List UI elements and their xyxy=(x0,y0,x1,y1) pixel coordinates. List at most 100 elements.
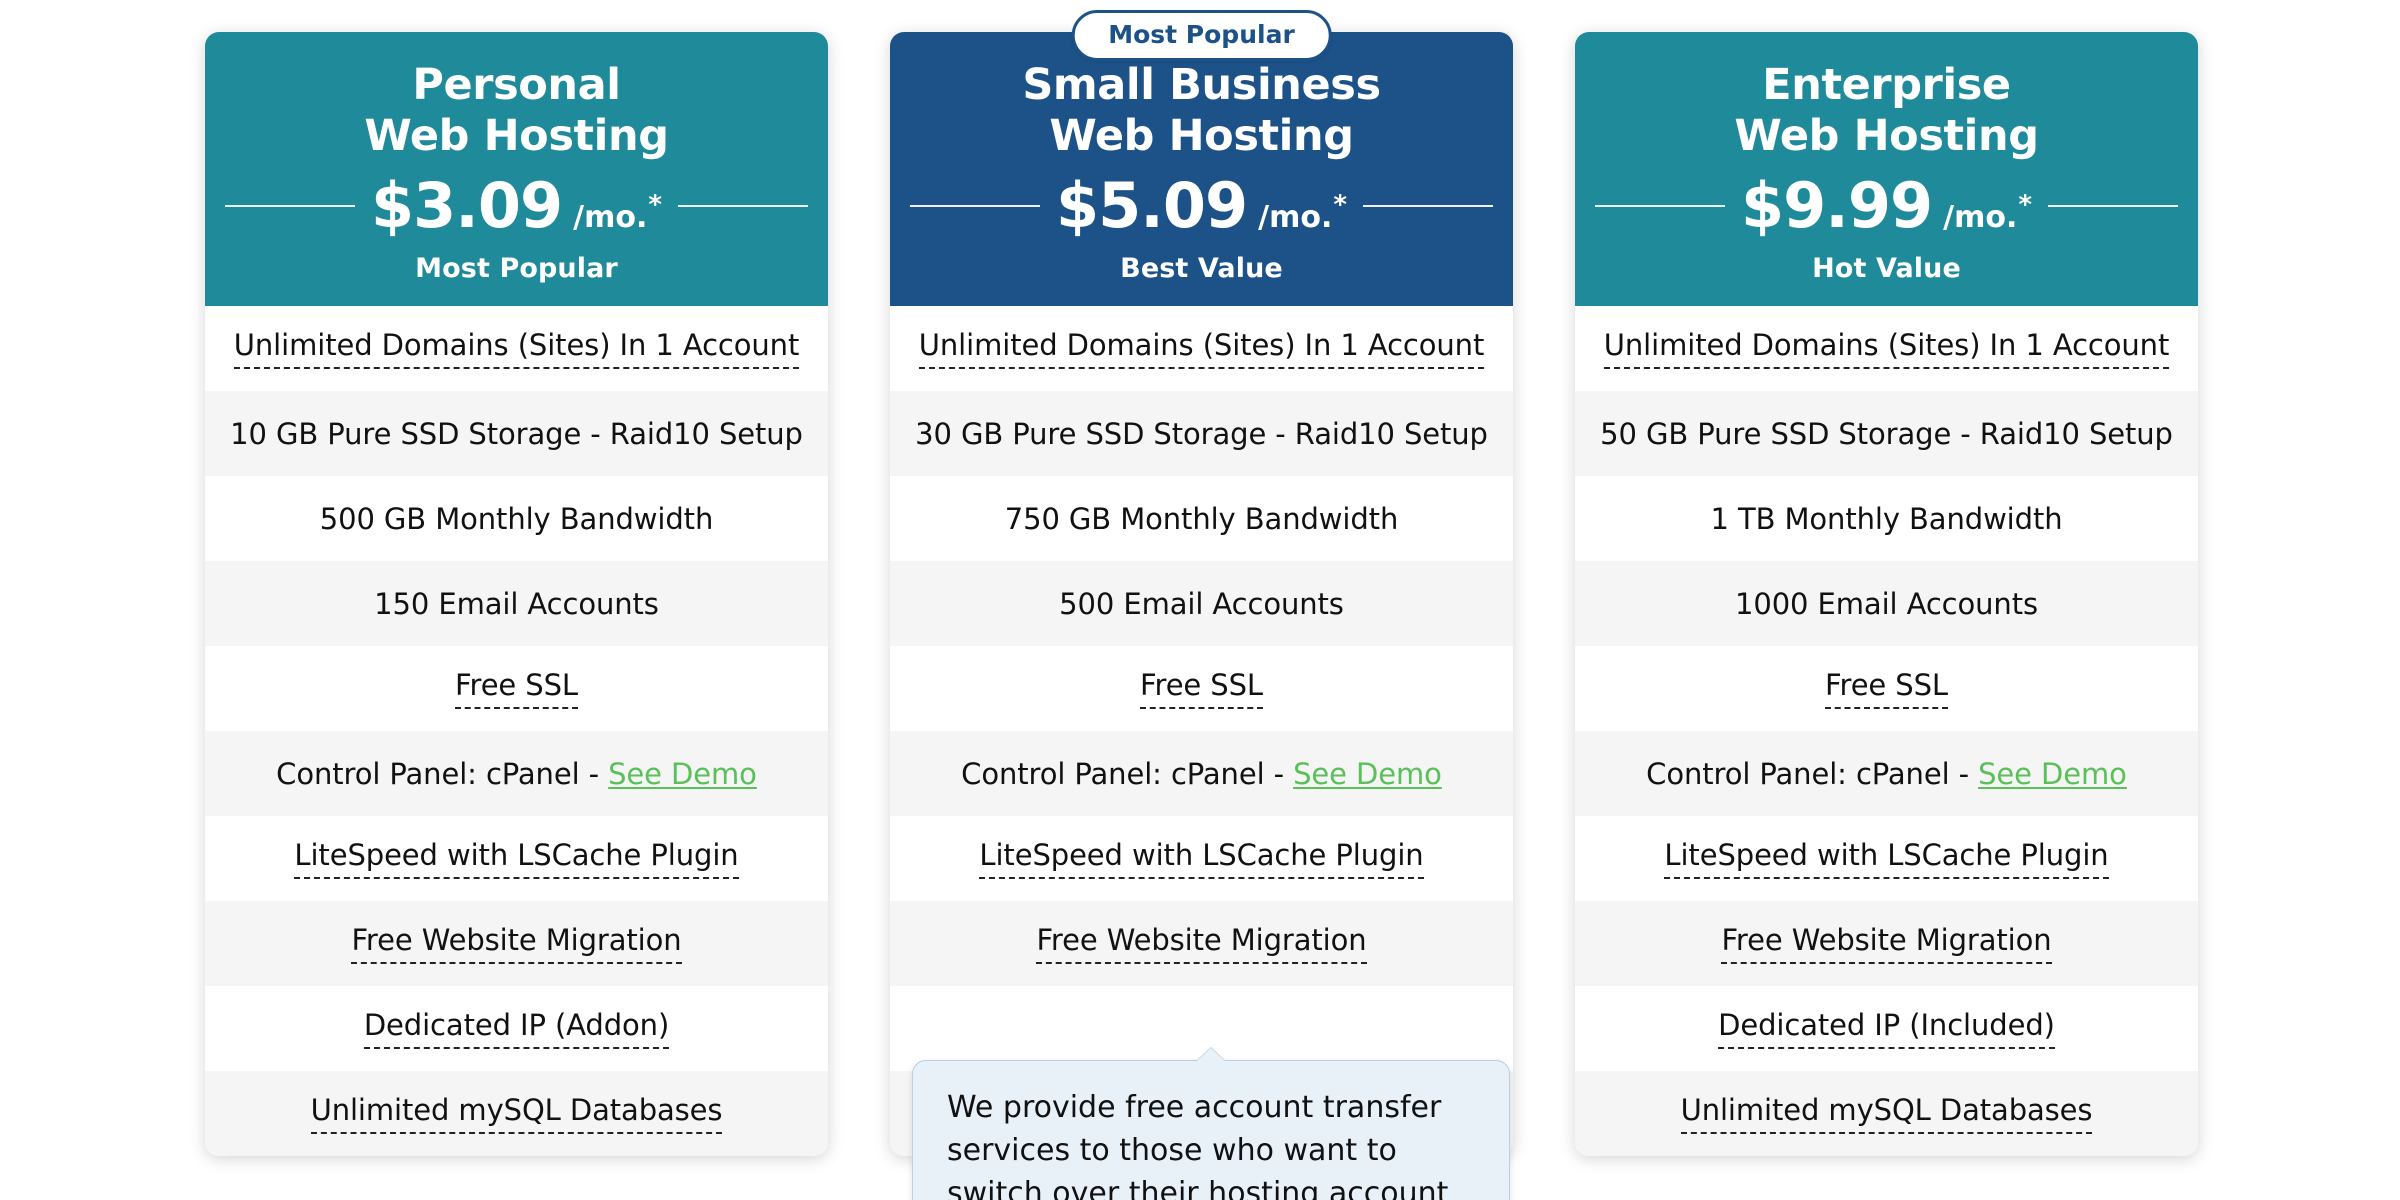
card-header: Enterprise Web Hosting $9.99 /mo. * Hot … xyxy=(1575,32,2198,307)
price-row: $3.09 /mo. * xyxy=(225,175,808,237)
feature-label[interactable]: Free Website Migration xyxy=(1721,923,2052,965)
feature-label[interactable]: Free SSL xyxy=(455,668,578,710)
feature-row: Dedicated IP (Included) xyxy=(1575,986,2198,1072)
feature-label: 150 Email Accounts xyxy=(374,586,659,621)
plan-name: Small Business Web Hosting xyxy=(1022,60,1381,161)
plan-tag: Most Popular xyxy=(415,253,618,285)
price-period: /mo. xyxy=(1258,200,1333,236)
feature-row: Unlimited mySQL Databases xyxy=(205,1071,828,1157)
feature-label[interactable]: Free Website Migration xyxy=(1036,923,1367,965)
feature-row: Free Website Migration xyxy=(1575,901,2198,987)
feature-label[interactable]: Free SSL xyxy=(1825,668,1948,710)
feature-row: 500 Email Accounts xyxy=(890,561,1513,647)
feature-label: 750 GB Monthly Bandwidth xyxy=(1004,501,1399,536)
feature-row: Control Panel: cPanel - See Demo xyxy=(1575,731,2198,817)
feature-row: 1000 Email Accounts xyxy=(1575,561,2198,647)
feature-label[interactable]: Free SSL xyxy=(1140,668,1263,710)
feature-label-text: Control Panel: cPanel - xyxy=(961,756,1294,791)
feature-label[interactable]: LiteSpeed with LSCache Plugin xyxy=(1664,838,2109,880)
feature-row: 500 GB Monthly Bandwidth xyxy=(205,476,828,562)
feature-label[interactable]: Unlimited Domains (Sites) In 1 Account xyxy=(233,328,799,370)
plan-name: Enterprise Web Hosting xyxy=(1734,60,2039,161)
price-row: $5.09 /mo. * xyxy=(910,175,1493,237)
feature-label[interactable]: Dedicated IP (Included) xyxy=(1718,1008,2055,1050)
feature-row: Unlimited mySQL Databases xyxy=(1575,1071,2198,1157)
see-demo-link[interactable]: See Demo xyxy=(1978,757,2127,791)
feature-row: Unlimited Domains (Sites) In 1 Account xyxy=(205,306,828,392)
feature-list: Unlimited Domains (Sites) In 1 Account 5… xyxy=(1575,306,2198,1157)
pricing-table: Personal Web Hosting $3.09 /mo. * Most P… xyxy=(0,0,2400,1200)
feature-label: Control Panel: cPanel - See Demo xyxy=(1646,756,2127,791)
card-body: Personal Web Hosting $3.09 /mo. * Most P… xyxy=(205,32,828,1157)
feature-label: Control Panel: cPanel - See Demo xyxy=(276,756,757,791)
feature-label: 1 TB Monthly Bandwidth xyxy=(1710,501,2063,536)
price-core: $3.09 /mo. * xyxy=(355,175,678,237)
price-rule-right xyxy=(2047,205,2178,208)
tooltip-arrow-icon xyxy=(1196,1048,1226,1062)
feature-label[interactable]: Unlimited Domains (Sites) In 1 Account xyxy=(918,328,1484,370)
pricing-card-enterprise[interactable]: Enterprise Web Hosting $9.99 /mo. * Hot … xyxy=(1575,32,2198,1157)
price-amount: $5.09 xyxy=(1056,169,1248,243)
feature-tooltip: We provide free account transfer service… xyxy=(912,1048,1510,1200)
price-asterisk: * xyxy=(1333,190,1347,221)
feature-label-text: Control Panel: cPanel - xyxy=(1646,756,1979,791)
feature-label[interactable]: Dedicated IP (Addon) xyxy=(363,1008,669,1050)
feature-label: 500 Email Accounts xyxy=(1059,586,1344,621)
feature-label[interactable]: LiteSpeed with LSCache Plugin xyxy=(979,838,1424,880)
feature-row: 750 GB Monthly Bandwidth xyxy=(890,476,1513,562)
card-body: Enterprise Web Hosting $9.99 /mo. * Hot … xyxy=(1575,32,2198,1157)
price-row: $9.99 /mo. * xyxy=(1595,175,2178,237)
feature-row: 50 GB Pure SSD Storage - Raid10 Setup xyxy=(1575,391,2198,477)
price-rule-left xyxy=(910,205,1041,208)
feature-row: 150 Email Accounts xyxy=(205,561,828,647)
pricing-card-small-business[interactable]: Most Popular Small Business Web Hosting … xyxy=(890,10,1513,1200)
plan-tag: Best Value xyxy=(1120,253,1283,285)
feature-label: 30 GB Pure SSD Storage - Raid10 Setup xyxy=(915,416,1488,451)
feature-row: Free SSL xyxy=(890,646,1513,732)
feature-row: LiteSpeed with LSCache Plugin xyxy=(205,816,828,902)
feature-list: Unlimited Domains (Sites) In 1 Account 1… xyxy=(205,306,828,1157)
plan-name: Personal Web Hosting xyxy=(364,60,669,161)
price-rule-left xyxy=(1595,205,1726,208)
price-rule-left xyxy=(225,205,356,208)
pricing-card-personal[interactable]: Personal Web Hosting $3.09 /mo. * Most P… xyxy=(205,32,828,1157)
price-core: $9.99 /mo. * xyxy=(1725,175,2048,237)
feature-label[interactable]: LiteSpeed with LSCache Plugin xyxy=(294,838,739,880)
feature-label: Control Panel: cPanel - See Demo xyxy=(961,756,1442,791)
feature-row: 10 GB Pure SSD Storage - Raid10 Setup xyxy=(205,391,828,477)
price-rule-right xyxy=(677,205,808,208)
feature-row: 1 TB Monthly Bandwidth xyxy=(1575,476,2198,562)
feature-row: Free Website Migration xyxy=(205,901,828,987)
feature-label[interactable]: Unlimited Domains (Sites) In 1 Account xyxy=(1603,328,2169,370)
card-header: Personal Web Hosting $3.09 /mo. * Most P… xyxy=(205,32,828,307)
see-demo-link[interactable]: See Demo xyxy=(1293,757,1442,791)
most-popular-badge: Most Popular xyxy=(1071,10,1332,61)
feature-label-text: Control Panel: cPanel - xyxy=(276,756,609,791)
plan-tag: Hot Value xyxy=(1812,253,1961,285)
feature-row: Unlimited Domains (Sites) In 1 Account xyxy=(1575,306,2198,392)
feature-row: Free SSL xyxy=(1575,646,2198,732)
feature-row: Free Website Migration xyxy=(890,901,1513,987)
see-demo-link[interactable]: See Demo xyxy=(608,757,757,791)
feature-row: Free SSL xyxy=(205,646,828,732)
card-header: Small Business Web Hosting $5.09 /mo. * … xyxy=(890,32,1513,307)
feature-label[interactable]: Unlimited mySQL Databases xyxy=(310,1093,723,1135)
feature-row: LiteSpeed with LSCache Plugin xyxy=(890,816,1513,902)
feature-label[interactable]: Free Website Migration xyxy=(351,923,682,965)
price-amount: $9.99 xyxy=(1741,169,1933,243)
price-period: /mo. xyxy=(573,200,648,236)
feature-list: Unlimited Domains (Sites) In 1 Account 3… xyxy=(890,306,1513,1157)
price-asterisk: * xyxy=(2018,190,2032,221)
feature-label: 500 GB Monthly Bandwidth xyxy=(319,501,714,536)
price-period: /mo. xyxy=(1943,200,2018,236)
feature-row: Unlimited Domains (Sites) In 1 Account xyxy=(890,306,1513,392)
price-amount: $3.09 xyxy=(371,169,563,243)
card-body: Small Business Web Hosting $5.09 /mo. * … xyxy=(890,32,1513,1157)
tooltip-text: We provide free account transfer service… xyxy=(947,1090,1449,1200)
price-rule-right xyxy=(1362,205,1493,208)
feature-row: LiteSpeed with LSCache Plugin xyxy=(1575,816,2198,902)
price-core: $5.09 /mo. * xyxy=(1040,175,1363,237)
feature-row: 30 GB Pure SSD Storage - Raid10 Setup xyxy=(890,391,1513,477)
feature-row: Control Panel: cPanel - See Demo xyxy=(890,731,1513,817)
feature-label[interactable]: Unlimited mySQL Databases xyxy=(1680,1093,2093,1135)
